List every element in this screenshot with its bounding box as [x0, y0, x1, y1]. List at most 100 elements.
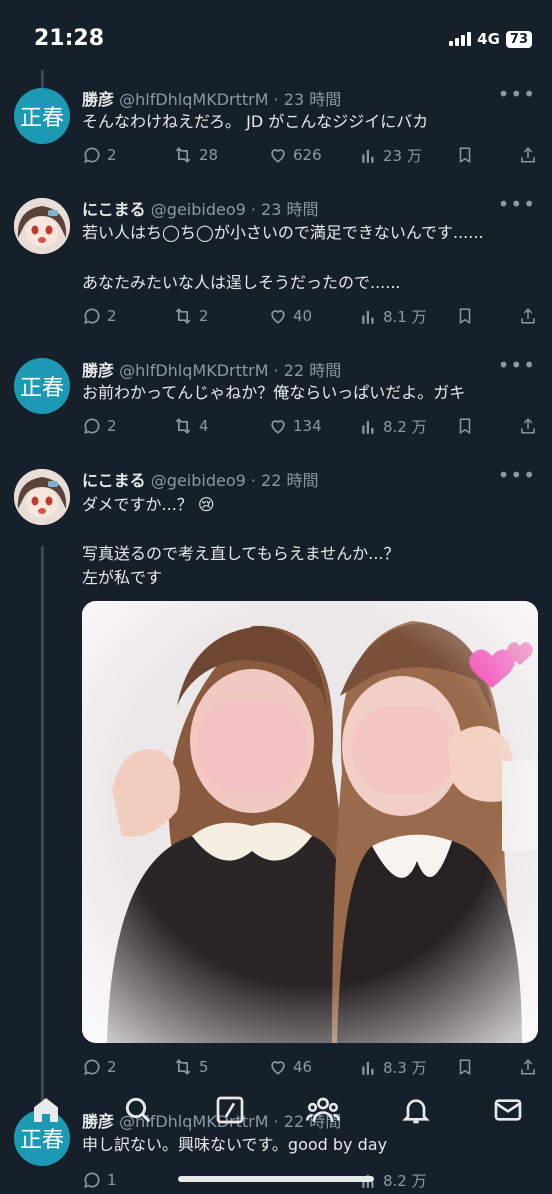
retweet-button[interactable]: 4	[172, 416, 209, 436]
bookmark-button[interactable]	[456, 145, 474, 165]
more-icon[interactable]: •••	[498, 192, 536, 216]
like-button[interactable]: 46	[268, 1057, 312, 1077]
bookmark-button[interactable]	[456, 416, 474, 436]
bookmark-icon	[459, 308, 471, 325]
tab-communities[interactable]	[306, 1094, 340, 1130]
anime-avatar-image	[14, 469, 70, 525]
more-icon[interactable]: •••	[498, 82, 536, 106]
tab-messages[interactable]	[492, 1094, 524, 1130]
tweet-actions: 2 4 134 8.2 万	[82, 416, 537, 440]
views-button[interactable]: 8.1 万	[360, 306, 427, 327]
bookmark-icon	[459, 418, 471, 435]
reply-icon	[84, 1059, 100, 1075]
status-indicators: 4G 73	[449, 30, 532, 48]
like-button[interactable]: 40	[268, 306, 312, 326]
bookmark-icon	[459, 147, 471, 164]
like-count: 46	[293, 1058, 313, 1076]
heart-icon	[271, 310, 285, 324]
views-count: 8.2 万	[383, 1172, 427, 1190]
views-button[interactable]: 23 万	[360, 145, 422, 166]
share-button[interactable]	[519, 1057, 537, 1077]
author-name[interactable]: 勝彦	[82, 90, 114, 109]
bookmark-button[interactable]	[456, 1057, 474, 1077]
reply-button[interactable]: 2	[82, 416, 117, 436]
battery-icon: 73	[505, 30, 532, 48]
tweet-actions: 1 8.2 万	[82, 1170, 537, 1194]
author-name[interactable]: にこまる	[82, 471, 146, 490]
retweet-count: 2	[199, 307, 209, 325]
views-button[interactable]: 8.3 万	[360, 1057, 427, 1078]
avatar[interactable]: 正春	[14, 88, 70, 144]
retweet-button[interactable]: 28	[172, 145, 218, 165]
share-button[interactable]	[519, 416, 537, 436]
author-name[interactable]: 勝彦	[82, 361, 114, 380]
reply-button[interactable]: 2	[82, 145, 117, 165]
like-count: 134	[293, 417, 322, 435]
reply-button[interactable]: 2	[82, 306, 117, 326]
tweet-header: にこまる @geibideo9 · 22 時間	[82, 467, 319, 491]
heart-icon	[271, 420, 285, 434]
reply-icon	[84, 308, 100, 324]
views-button[interactable]: 8.2 万	[360, 416, 427, 437]
tab-compose[interactable]	[214, 1094, 246, 1130]
home-indicator[interactable]	[178, 1176, 374, 1182]
avatar[interactable]	[14, 198, 70, 254]
views-count: 8.1 万	[383, 308, 427, 326]
share-button[interactable]	[519, 306, 537, 326]
tab-notifications[interactable]	[400, 1094, 432, 1130]
views-icon	[362, 1061, 374, 1075]
tab-search[interactable]	[122, 1094, 154, 1130]
like-button[interactable]: 626	[268, 145, 322, 165]
reply-button[interactable]: 1	[82, 1170, 117, 1190]
reply-count: 2	[107, 146, 117, 164]
bookmark-button[interactable]	[456, 306, 474, 326]
communities-icon	[306, 1097, 340, 1122]
messages-icon	[494, 1099, 522, 1121]
retweet-button[interactable]: 2	[172, 306, 209, 326]
signal-icon	[449, 32, 472, 46]
retweet-icon	[175, 418, 191, 434]
author-meta: @hlfDhlqMKDrttrM · 23 時間	[119, 90, 342, 109]
more-icon[interactable]: •••	[498, 353, 536, 377]
author-meta: @hlfDhlqMKDrttrM · 22 時間	[119, 361, 342, 380]
tweet-text: 写真送るので考え直してもらえませんか...？	[82, 544, 400, 563]
views-icon	[362, 310, 374, 324]
anime-avatar-image	[14, 198, 70, 254]
like-count: 40	[293, 307, 313, 325]
tweet-actions: 2 28 626 23 万	[82, 145, 537, 169]
reply-button[interactable]: 2	[82, 1057, 117, 1077]
thread-line	[41, 70, 44, 88]
notifications-icon	[402, 1099, 430, 1124]
heart-icon	[271, 149, 285, 163]
network-label: 4G	[477, 30, 500, 48]
bottom-tab-bar	[0, 1076, 552, 1146]
reply-count: 1	[107, 1171, 117, 1189]
share-button[interactable]	[519, 145, 537, 165]
avatar[interactable]: 正春	[14, 358, 70, 414]
heart-icon	[271, 1061, 285, 1075]
views-count: 8.2 万	[383, 418, 427, 436]
reply-icon	[84, 418, 100, 434]
reply-count: 2	[107, 1058, 117, 1076]
like-button[interactable]: 134	[268, 416, 322, 436]
like-count: 626	[293, 146, 322, 164]
thread-line	[41, 546, 44, 1106]
share-icon	[521, 418, 535, 434]
reply-count: 2	[107, 307, 117, 325]
retweet-count: 5	[199, 1058, 209, 1076]
avatar[interactable]	[14, 469, 70, 525]
tweet-header: 勝彦 @hlfDhlqMKDrttrM · 23 時間	[82, 86, 341, 110]
status-bar: 21:28 4G 73	[0, 0, 552, 70]
tweet-photo[interactable]	[82, 601, 538, 1043]
retweet-button[interactable]: 5	[172, 1057, 209, 1077]
views-icon	[362, 420, 374, 434]
photo-image	[82, 601, 538, 1043]
author-name[interactable]: にこまる	[82, 200, 146, 219]
tweet-text: 左が私です	[82, 568, 163, 587]
views-count: 8.3 万	[383, 1059, 427, 1077]
tweet-text: そんなわけねえだろ。 JD がこんなジジイにバカ	[82, 112, 429, 131]
tab-home[interactable]	[30, 1094, 62, 1130]
reply-icon	[84, 1172, 100, 1188]
more-icon[interactable]: •••	[498, 463, 536, 487]
search-icon	[125, 1097, 151, 1123]
